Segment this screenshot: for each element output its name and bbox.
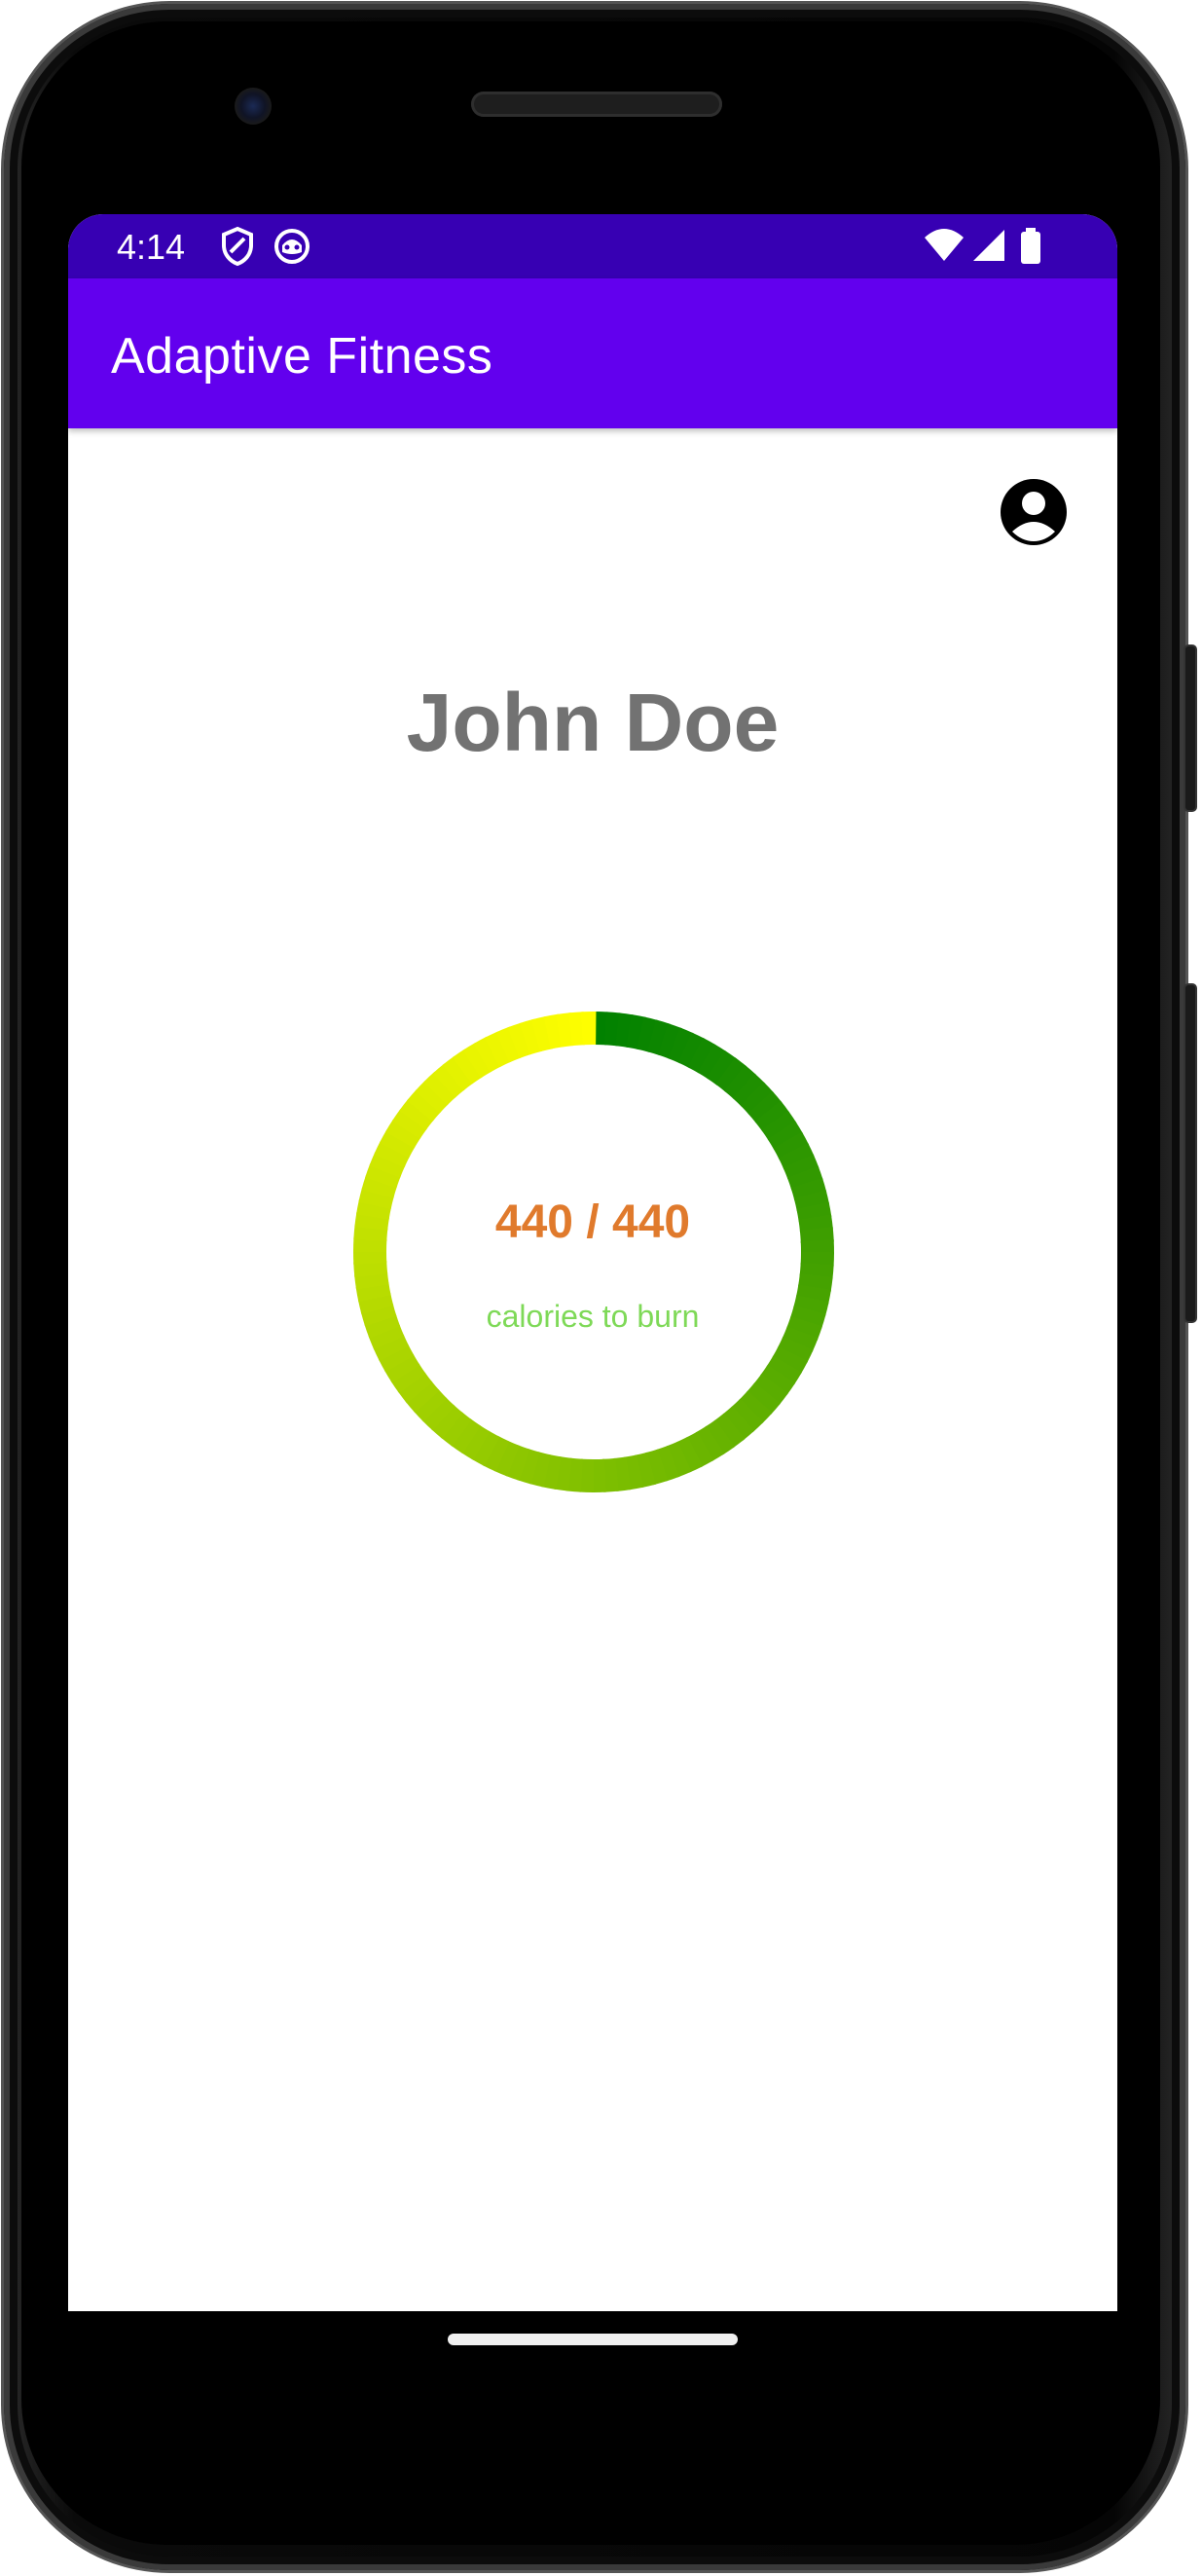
power-button xyxy=(1185,985,1195,1321)
notification-app-icon xyxy=(274,229,310,264)
app-title: Adaptive Fitness xyxy=(111,328,493,385)
volume-button xyxy=(1185,646,1195,810)
user-name: John Doe xyxy=(406,677,780,768)
earpiece-speaker xyxy=(471,92,722,117)
home-gesture-bar[interactable] xyxy=(448,2334,738,2345)
app-bar: Adaptive Fitness xyxy=(68,278,1117,428)
account-circle-icon[interactable] xyxy=(999,477,1069,547)
app-screen: 4:14 Adaptive Fitness John Doe 440 / 440… xyxy=(68,214,1117,2311)
device-frame: 4:14 Adaptive Fitness John Doe 440 / 440… xyxy=(0,0,1202,2576)
calorie-count: 440 / 440 xyxy=(494,1196,691,1248)
calorie-progress-ring xyxy=(350,1009,837,1495)
status-time: 4:14 xyxy=(117,227,186,267)
battery-icon xyxy=(1021,228,1040,264)
status-bar: 4:14 xyxy=(68,214,1117,278)
shield-icon xyxy=(222,226,253,267)
front-camera xyxy=(235,88,272,125)
progress-ring-graphic xyxy=(353,1012,834,1492)
cellular-signal-icon xyxy=(973,230,1004,261)
wifi-icon xyxy=(925,229,964,261)
calorie-label: calories to burn xyxy=(486,1299,700,1334)
